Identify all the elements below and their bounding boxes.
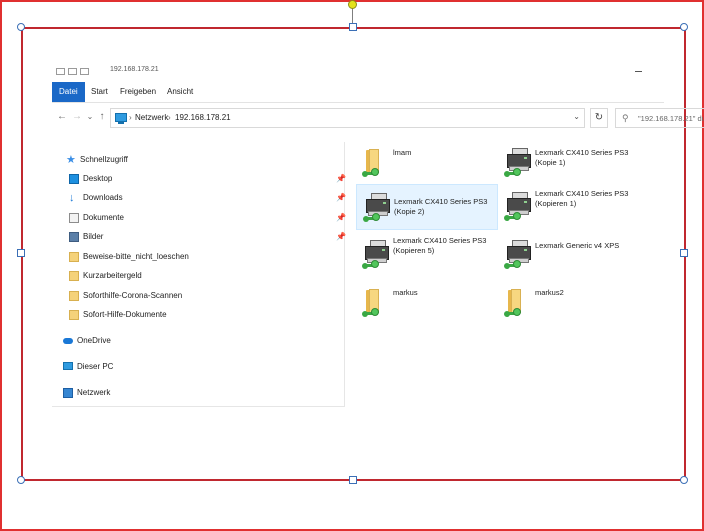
breadcrumb-ip[interactable]: 192.168.178.21 [175,113,231,122]
download-icon: ↓ [69,192,75,204]
resize-handle-bottom-left[interactable] [17,476,25,484]
content-pane: lmam Lexmark CX410 Series PS3 (Kopie 1) … [350,140,664,340]
resize-handle-top-left[interactable] [17,23,25,31]
search-icon: ⚲ [622,113,629,123]
printer-icon [504,190,532,224]
navigation-pane: ★ Schnellzugriff Desktop 📌 ↓ Downloads 📌… [52,142,346,407]
tab-start[interactable]: Start [84,82,115,102]
pin-icon[interactable]: 📌 [336,232,346,241]
tile-label: Lexmark CX410 Series PS3 (Kopie 1) [535,148,629,167]
network-computer-icon [115,113,127,122]
breadcrumb-separator: › [129,113,132,122]
ribbon: Datei Start Freigeben Ansicht [52,82,664,103]
network-computer-icon-base [118,122,124,124]
shared-folder-icon [504,286,532,320]
pin-icon[interactable]: 📌 [336,193,346,202]
tile-label: Lexmark CX410 Series PS3 (Kopieren 1) [535,189,629,208]
new-folder-icon[interactable] [80,68,89,75]
rotate-handle[interactable] [348,0,357,9]
window-titlebar: 192.168.178.21 [52,64,664,78]
cloud-icon [63,338,73,344]
refresh-button[interactable]: ↻ [590,108,608,128]
tab-ansicht[interactable]: Ansicht [160,82,200,102]
window-title: 192.168.178.21 [110,66,159,73]
printer-icon [504,146,532,180]
resize-handle-top-right[interactable] [680,23,688,31]
tab-freigeben[interactable]: Freigeben [113,82,163,102]
resize-handle-top[interactable] [349,23,357,31]
back-button[interactable]: ← [56,110,68,124]
search-placeholder: "192.168.178.21" durchsuchen [638,114,704,123]
printer-tile-kopie-2[interactable]: Lexmark CX410 Series PS3 (Kopie 2) [356,184,498,230]
tile-label: Lexmark Generic v4 XPS [535,241,620,250]
address-row: ← → ⌄ ↑ › Netzwerk › 192.168.178.21 ⌄ ↻ … [52,106,704,130]
printer-icon [363,191,391,225]
resize-handle-left[interactable] [17,249,25,257]
search-box[interactable]: ⚲ "192.168.178.21" durchsuchen [615,108,704,128]
network-icon [63,388,73,398]
breadcrumb-separator: › [168,113,171,122]
share-tile-markus[interactable]: markus [356,280,498,326]
printer-icon [504,238,532,272]
share-tile-markus2[interactable]: markus2 [498,280,640,326]
star-icon: ★ [66,154,76,166]
shared-folder-icon [362,146,390,180]
tab-datei[interactable]: Datei [52,82,85,102]
computer-icon [63,362,73,370]
folder-icon [69,252,79,262]
breadcrumb-netzwerk[interactable]: Netzwerk [135,113,168,122]
document-icon [69,213,79,223]
minimize-icon[interactable] [635,71,642,72]
address-bar[interactable]: › Netzwerk › 192.168.178.21 ⌄ [110,108,585,128]
shared-folder-icon [362,286,390,320]
resize-handle-bottom-right[interactable] [680,476,688,484]
printer-tile-generic-xps[interactable]: Lexmark Generic v4 XPS [498,232,640,278]
desktop-icon [69,174,79,184]
resize-handle-bottom[interactable] [349,476,357,484]
address-dropdown-icon[interactable]: ⌄ [573,112,580,121]
forward-button[interactable]: → [71,110,83,124]
folder-icon [69,310,79,320]
resize-handle-right[interactable] [680,249,688,257]
pin-icon[interactable]: 📌 [336,213,346,222]
printer-tile-kopieren-1[interactable]: Lexmark CX410 Series PS3 (Kopieren 1) [498,184,640,230]
tile-label: markus2 [535,288,564,297]
share-tile-lmam[interactable]: lmam [356,140,498,186]
tile-label: Lexmark CX410 Series PS3 (Kopie 2) [394,197,488,216]
recent-locations-button[interactable]: ⌄ [84,110,96,124]
printer-tile-kopieren-5[interactable]: Lexmark CX410 Series PS3 (Kopieren 5) [356,232,498,278]
properties-icon[interactable] [68,68,77,75]
printer-icon [362,238,390,272]
tile-label: Lexmark CX410 Series PS3 (Kopieren 5) [393,236,487,255]
folder-icon [69,291,79,301]
quick-access-icon[interactable] [56,68,65,75]
pin-icon[interactable]: 📌 [336,174,346,183]
tile-label: lmam [393,148,412,157]
up-button[interactable]: ↑ [96,110,108,124]
folder-icon [69,271,79,281]
pictures-icon [69,232,79,242]
printer-tile-kopie-1[interactable]: Lexmark CX410 Series PS3 (Kopie 1) [498,140,640,186]
tile-label: markus [393,288,418,297]
